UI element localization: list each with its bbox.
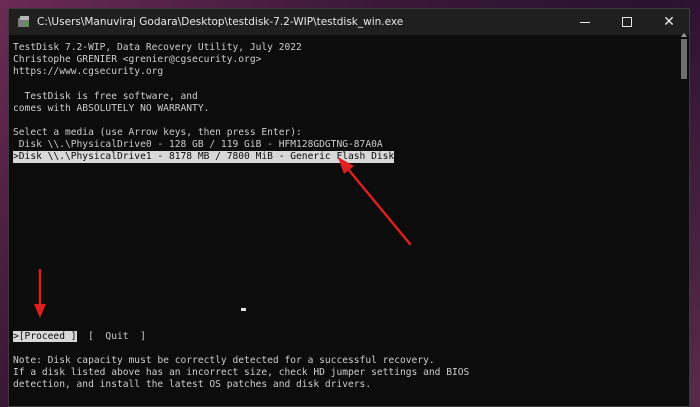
console-output: TestDisk 7.2-WIP, Data Recovery Utility,… bbox=[9, 35, 689, 406]
action-menu: >[Proceed ] [ Quit ] bbox=[13, 331, 146, 343]
quit-button[interactable]: [ Quit ] bbox=[77, 331, 146, 342]
select-prompt: Select a media (use Arrow keys, then pre… bbox=[13, 127, 302, 138]
proceed-button[interactable]: >[Proceed ] bbox=[13, 331, 77, 342]
header-line: TestDisk 7.2-WIP, Data Recovery Utility,… bbox=[13, 42, 302, 53]
note-line-2: If a disk listed above has an incorrect … bbox=[13, 367, 470, 378]
minimize-button[interactable] bbox=[565, 9, 605, 35]
minimize-icon bbox=[580, 21, 590, 23]
scrollbar-thumb[interactable] bbox=[681, 39, 687, 79]
close-button[interactable]: ✕ bbox=[649, 9, 689, 35]
note-line-3: detection, and install the latest OS pat… bbox=[13, 379, 372, 390]
maximize-icon bbox=[622, 17, 632, 27]
maximize-button[interactable] bbox=[607, 9, 647, 35]
testdisk-app-icon bbox=[18, 16, 29, 27]
close-icon: ✕ bbox=[663, 14, 675, 30]
terminal-window: C:\Users\Manuviraj Godara\Desktop\testdi… bbox=[8, 8, 690, 407]
author-line: Christophe GRENIER <grenier@cgsecurity.o… bbox=[13, 54, 262, 65]
disk-option-0[interactable]: Disk \\.\PhysicalDrive0 - 128 GB / 119 G… bbox=[13, 139, 383, 151]
warranty-line: comes with ABSOLUTELY NO WARRANTY. bbox=[13, 103, 210, 114]
note-line-1: Note: Disk capacity must be correctly de… bbox=[13, 355, 435, 366]
disk-option-1-selected[interactable]: >Disk \\.\PhysicalDrive1 - 8178 MB / 780… bbox=[13, 151, 395, 164]
license-line: TestDisk is free software, and bbox=[13, 91, 198, 102]
scroll-up-icon[interactable] bbox=[681, 33, 687, 37]
website-line: https://www.cgsecurity.org bbox=[13, 66, 164, 77]
window-title: C:\Users\Manuviraj Godara\Desktop\testdi… bbox=[37, 16, 404, 28]
title-bar[interactable]: C:\Users\Manuviraj Godara\Desktop\testdi… bbox=[9, 9, 689, 35]
text-cursor bbox=[241, 308, 246, 311]
